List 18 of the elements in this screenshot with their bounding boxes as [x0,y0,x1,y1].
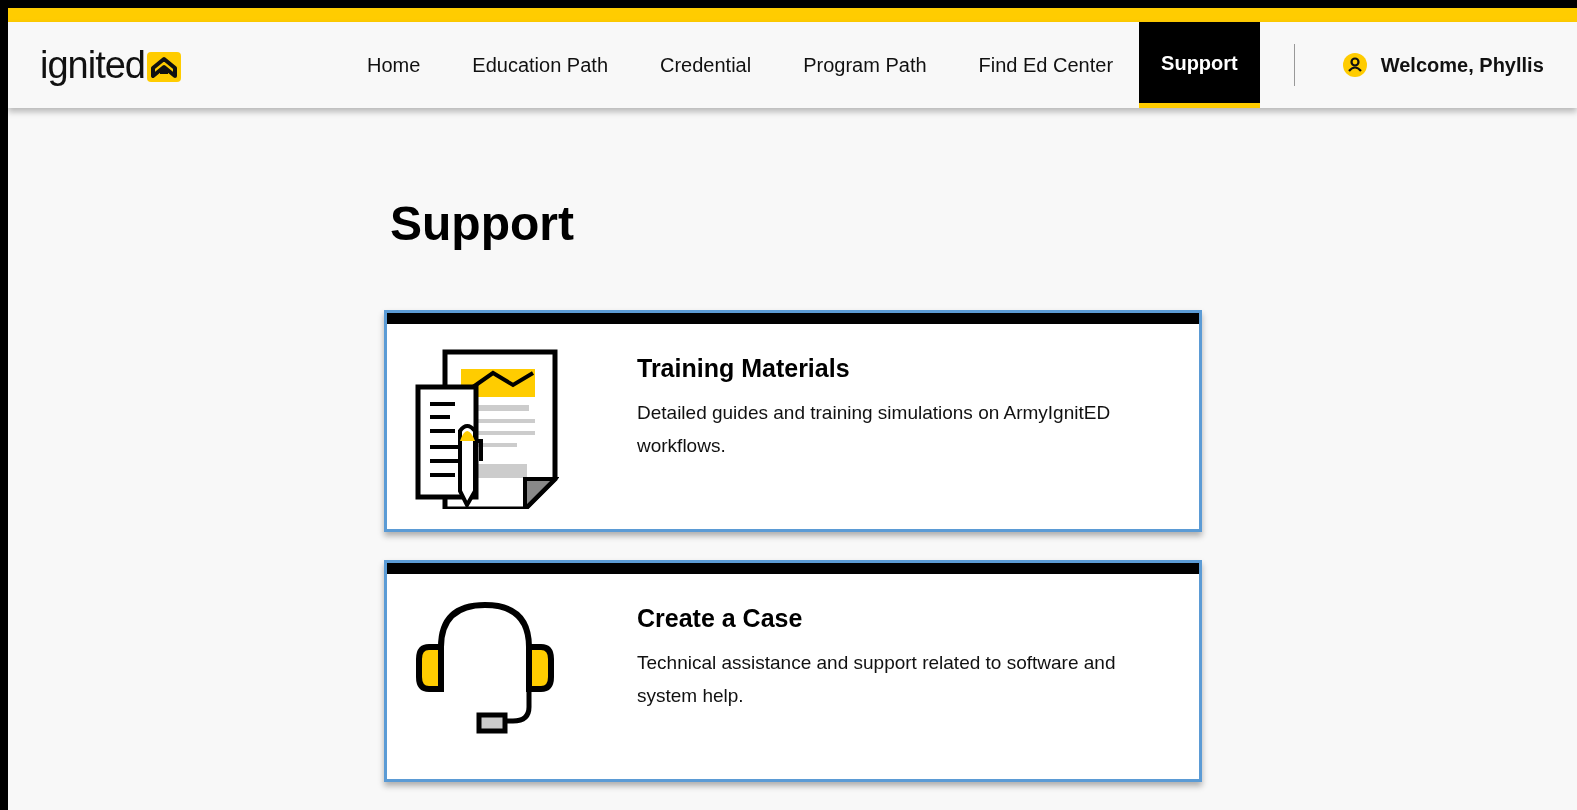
nav-link[interactable]: Education Path [446,22,634,108]
nav-link[interactable]: Credential [634,22,778,108]
logo-icon[interactable] [147,50,181,84]
support-card[interactable]: Create a Case Technical assistance and support related to software and system help. [384,560,1202,782]
nav-link[interactable]: Home [341,22,447,108]
card-description: Technical assistance and support related to software and system help. [637,650,1117,708]
support-card[interactable]: Training Materials Detailed guides and training simulations on ArmyIgnitED workflows. [384,310,1202,532]
card-description: Detailed guides and training simulations on ArmyIgnitED workflows. [637,400,1112,458]
nav-link[interactable]: Find Ed Center [952,22,1140,108]
user-icon[interactable] [1342,53,1367,77]
nav-link[interactable]: Support [1139,22,1260,108]
welcome-text[interactable]: Welcome, Phyllis [1380,50,1544,80]
nav-link[interactable]: Program Path [777,22,953,108]
logo-text[interactable]: ignited [40,46,145,84]
documents-icon [415,349,559,509]
card-title: Training Materials [637,353,851,384]
page-title: Support [390,200,575,248]
card-title: Create a Case [637,603,804,634]
